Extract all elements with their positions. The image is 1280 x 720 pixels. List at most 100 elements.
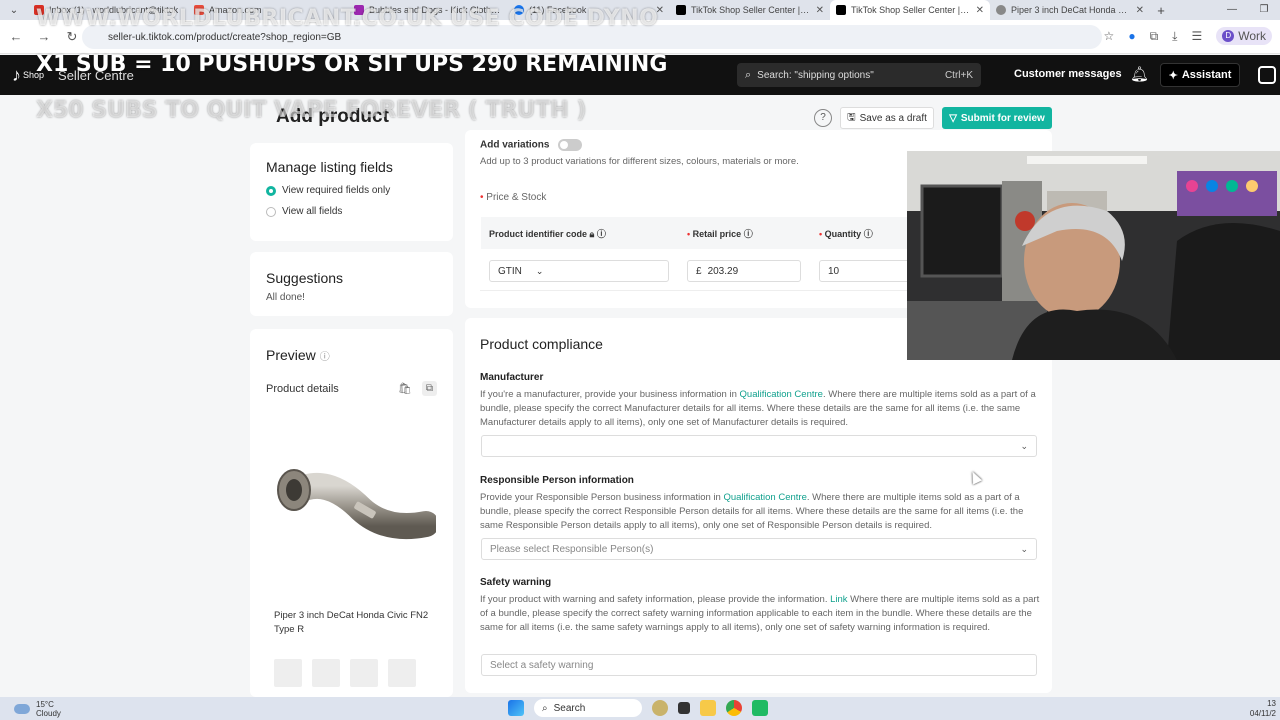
thumbnail[interactable] [312, 659, 340, 687]
retail-price-input[interactable]: £ 203.29 [687, 260, 801, 282]
shop-bag-icon[interactable]: 🛍︎ [398, 382, 412, 395]
app-icon[interactable] [752, 700, 768, 716]
submit-for-review-button[interactable]: ▽ Submit for review [942, 107, 1052, 129]
copy-icon[interactable]: ⧉ [421, 381, 437, 396]
tiktok-icon [836, 5, 846, 15]
save-icon: 🖫︎ [847, 111, 856, 123]
manage-listing-title: Manage listing fields [266, 159, 393, 175]
suggestions-status: All done! [266, 292, 305, 303]
site-icon [996, 5, 1006, 15]
safety-placeholder: Select a safety warning [490, 659, 594, 671]
manufacturer-select[interactable]: ⌄ [481, 435, 1037, 457]
window-controls: — ❐ [1216, 0, 1280, 20]
product-image [266, 414, 439, 584]
cloud-icon [14, 704, 30, 714]
thumbnail[interactable] [388, 659, 416, 687]
apps-icon[interactable] [1258, 66, 1276, 84]
info-icon[interactable]: ⓘ [597, 229, 606, 239]
header-search[interactable]: ⌕ Search: "shipping options" Ctrl+K [737, 63, 981, 87]
radio-all-fields[interactable]: View all fields [266, 206, 437, 217]
assistant-label: Assistant [1181, 69, 1232, 81]
maximize-icon[interactable]: ❐ [1248, 0, 1280, 20]
close-tab-icon[interactable]: ✕ [976, 5, 984, 16]
price-table-header: Product identifier code 🔒︎ ⓘ • Retail pr… [481, 217, 921, 249]
suggestions-title: Suggestions [266, 270, 344, 286]
radio-required-fields[interactable]: View required fields only [266, 185, 437, 196]
qualification-centre-link[interactable]: Qualification Centre [723, 492, 806, 503]
weather-text: 15°C Cloudy [36, 700, 61, 718]
radio-unselected-icon [266, 206, 276, 217]
search-shortcut: Ctrl+K [944, 69, 973, 81]
bookmark-star-icon[interactable]: ☆ [1104, 29, 1115, 43]
notification-bell-icon[interactable]: 🔔︎ [1130, 65, 1149, 83]
webcam-scene [907, 151, 1280, 360]
qualification-centre-link[interactable]: Qualification Centre [740, 389, 823, 400]
weather-widget[interactable]: 15°C Cloudy [14, 700, 61, 718]
retail-price-value: 203.29 [707, 265, 739, 277]
variations-hint: Add up to 3 product variations for diffe… [480, 156, 799, 167]
forward-icon[interactable]: → [32, 29, 56, 44]
price-stock-text: Price & Stock [486, 192, 547, 203]
chevron-down-icon: ⌄ [1020, 543, 1028, 554]
extension-icon[interactable]: ● [1128, 29, 1135, 43]
radio-all-label: View all fields [282, 206, 343, 217]
safety-link[interactable]: Link [830, 594, 847, 605]
chevron-down-icon: ⌄ [1020, 440, 1028, 451]
quantity-input[interactable]: 10 [819, 260, 919, 282]
taskbar-search[interactable]: ⌕ Search [534, 699, 642, 717]
widgets-icon[interactable] [652, 700, 668, 716]
customer-messages-button[interactable]: Customer messages [1014, 68, 1122, 80]
rp-text: Provide your Responsible Person business… [480, 491, 1040, 533]
responsible-person-select[interactable]: Please select Responsible Person(s) ⌄ [481, 538, 1037, 560]
minimize-icon[interactable]: — [1216, 0, 1248, 20]
add-variations-label: Add variations [480, 139, 550, 151]
overlay-line-1: www.worldlubricant.co.uk use code dyno [36, 6, 659, 31]
tab-search-menu-icon[interactable]: ⌄ [0, 0, 28, 20]
add-variations-toggle[interactable] [558, 139, 583, 151]
browser-tab[interactable]: Piper 3 inch DeCat Honda Civic ✕ [990, 0, 1150, 20]
task-view-icon[interactable] [678, 702, 690, 714]
thumbnail[interactable] [350, 659, 378, 687]
manufacturer-text-a: If you're a manufacturer, provide your b… [480, 389, 740, 400]
col-quantity-text: Quantity [824, 228, 862, 239]
identifier-select[interactable]: GTIN ⌄ [489, 260, 669, 282]
preview-product-name: Piper 3 inch DeCat Honda Civic FN2 Type … [274, 610, 429, 635]
browser-tab[interactable]: TikTok Shop Seller Center | Uni ✕ [670, 0, 830, 20]
compliance-title: Product compliance [480, 336, 603, 352]
download-icon[interactable]: ⤓ [1172, 29, 1177, 44]
browser-tab-active[interactable]: TikTok Shop Seller Center | Uni ✕ [830, 0, 990, 20]
add-variations-row: Add variations [480, 139, 583, 151]
compliance-card: Product compliance Manufacturer If you'r… [465, 318, 1052, 693]
file-explorer-icon[interactable] [700, 700, 716, 716]
save-draft-button[interactable]: 🖫︎ Save as a draft [840, 107, 934, 129]
help-icon[interactable]: ? [814, 109, 832, 127]
back-icon[interactable]: ← [4, 29, 28, 44]
info-icon[interactable]: ⓘ [864, 229, 873, 239]
profile-button[interactable]: D Work [1216, 27, 1272, 45]
safety-warning-select[interactable]: Select a safety warning [481, 654, 1037, 676]
submit-label: Submit for review [960, 112, 1045, 124]
col-retail-header: • Retail price ⓘ [687, 228, 753, 239]
manage-listing-card: Manage listing fields View required fiel… [250, 143, 453, 241]
extensions-puzzle-icon[interactable]: ⧉ [1150, 29, 1159, 44]
windows-start-icon[interactable] [508, 700, 524, 716]
info-icon[interactable]: ⓘ [320, 352, 330, 363]
quantity-value: 10 [828, 265, 840, 277]
taskbar-clock[interactable]: 13 04/11/2 [1250, 699, 1276, 719]
currency-symbol: £ [696, 265, 702, 277]
taskbar-search-label: Search [553, 702, 586, 714]
rp-text-a: Provide your Responsible Person business… [480, 492, 724, 503]
close-tab-icon[interactable]: ✕ [816, 5, 824, 16]
info-icon[interactable]: ⓘ [744, 229, 753, 239]
sidebar-icon[interactable]: ☰ [1191, 29, 1202, 43]
thumbnail[interactable] [274, 659, 302, 687]
chrome-icon[interactable] [726, 700, 742, 716]
new-tab-button[interactable]: + [1150, 3, 1172, 18]
exhaust-pipe-image [277, 469, 439, 540]
assistant-button[interactable]: ✦ Assistant [1160, 63, 1240, 87]
col-quantity-header: • Quantity ⓘ [819, 228, 873, 239]
close-tab-icon[interactable]: ✕ [1136, 5, 1144, 16]
profile-avatar: D [1222, 30, 1235, 42]
preview-thumbnails [274, 659, 416, 687]
col-identifier-text: Product identifier code [489, 228, 588, 239]
